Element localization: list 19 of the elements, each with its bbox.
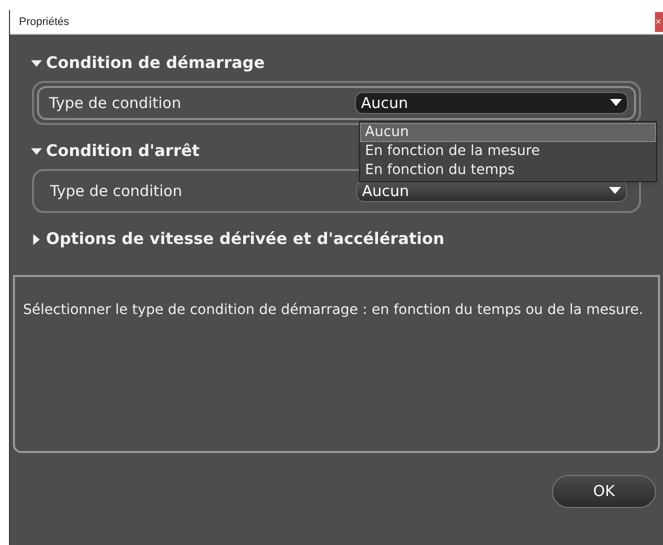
field-label: Type de condition (50, 180, 184, 202)
dropdown-arrow-icon (609, 187, 621, 195)
close-button[interactable]: × (655, 12, 663, 32)
caret-down-icon (31, 58, 42, 68)
dropdown-arrow-icon (610, 99, 622, 107)
description-panel: Sélectionner le type de condition de démarrage : en fonction du temps ou de la mesure. (13, 275, 660, 453)
dropdown-option[interactable]: En fonction de la mesure (360, 142, 656, 161)
section-header[interactable]: Condition de démarrage (10, 51, 265, 75)
caret-down-icon (31, 146, 42, 156)
section-header[interactable]: Options de vitesse dérivée et d'accélération (10, 227, 444, 251)
dropdown-option[interactable]: En fonction du temps (360, 161, 656, 180)
ok-button[interactable]: OK (552, 475, 656, 508)
condition-dropdown[interactable]: Aucun (355, 92, 628, 114)
section-header[interactable]: Condition d'arrêt (10, 139, 200, 163)
condition-dropdown[interactable]: Aucun (356, 180, 627, 202)
dropdown-option[interactable]: Aucun (360, 123, 656, 142)
caret-right-icon (31, 234, 42, 244)
field-label: Type de condition (49, 92, 182, 114)
window-title: Propriétés (18, 14, 70, 30)
